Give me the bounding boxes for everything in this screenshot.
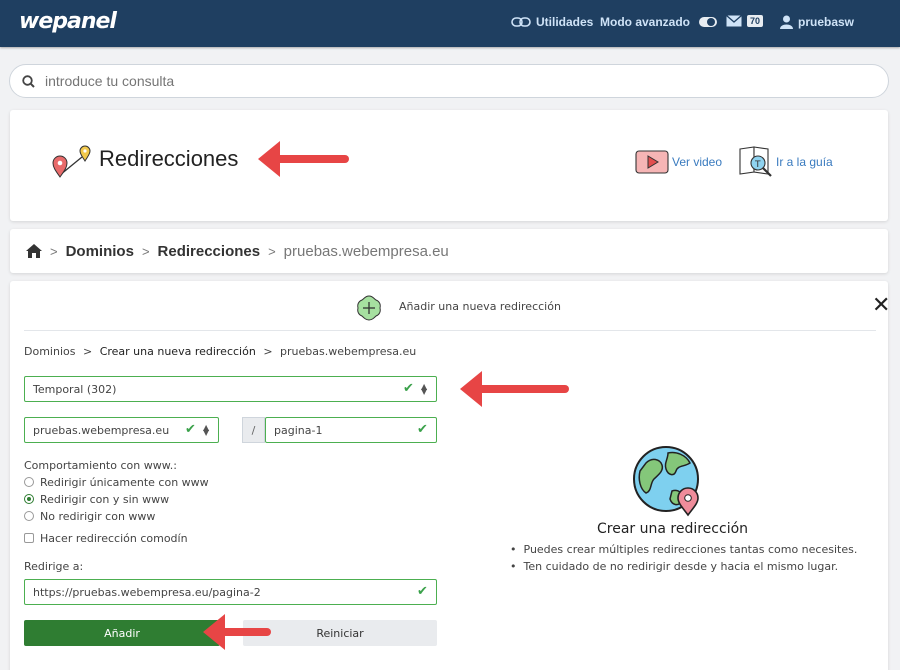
valid-check-icon: ✔ <box>403 381 414 396</box>
reset-button[interactable]: Reiniciar <box>243 620 437 646</box>
link-icon <box>511 17 531 27</box>
wildcard-checkbox[interactable] <box>24 533 34 543</box>
top-navbar: wepanel Utilidades Modo avanzado 70 prue… <box>0 0 900 47</box>
valid-check-icon: ✔ <box>417 584 428 599</box>
svg-text:T: T <box>754 160 761 170</box>
select-arrows-icon: ▲ ▼ <box>203 423 210 437</box>
path-separator: / <box>242 417 265 443</box>
redirect-to-label: Redirige a: <box>24 560 84 573</box>
form-breadcrumb-domain: pruebas.webempresa.eu <box>280 345 417 358</box>
redirect-to-value: https://pruebas.webempresa.eu/pagina-2 <box>33 585 261 599</box>
search-input[interactable] <box>45 73 845 89</box>
path-input[interactable]: pagina-1 <box>265 417 437 443</box>
radio-only-www[interactable] <box>24 477 34 487</box>
redirect-type-value: Temporal (302) <box>33 382 117 396</box>
select-arrows-icon: ▲ ▼ <box>421 382 428 396</box>
page-header-card: Redirecciones Ver video T Ir a la guía <box>10 110 888 221</box>
domain-value: pruebas.webempresa.eu <box>33 423 170 437</box>
annotation-arrow <box>460 371 569 407</box>
home-icon[interactable] <box>26 244 42 258</box>
user-menu[interactable]: pruebasw <box>780 15 854 29</box>
app-logo[interactable]: wepanel <box>19 9 117 34</box>
mail-button[interactable]: 70 <box>726 15 764 27</box>
mail-count-badge: 70 <box>747 15 764 27</box>
breadcrumb-redirecciones[interactable]: Redirecciones <box>158 243 261 260</box>
guide-link[interactable]: Ir a la guía <box>776 155 833 169</box>
info-title: Crear una redirección <box>597 521 749 537</box>
panel-title: Añadir una nueva redirección <box>399 300 561 313</box>
radio-only-www-label[interactable]: Redirigir únicamente con www <box>40 476 209 489</box>
location-route-icon <box>52 145 91 178</box>
annotation-arrow <box>203 614 271 650</box>
search-bar <box>9 64 889 98</box>
radio-with-without-www-label[interactable]: Redirigir con y sin www <box>40 493 169 506</box>
radio-with-without-www[interactable] <box>24 494 34 504</box>
utilities-label: Utilidades <box>536 15 594 29</box>
close-icon[interactable]: ✕ <box>872 293 890 318</box>
username-label: pruebasw <box>798 15 855 29</box>
panel-header: Añadir una nueva redirección ✕ <box>24 281 890 331</box>
form-breadcrumb-dominios[interactable]: Dominios <box>24 345 75 358</box>
mail-icon <box>726 15 742 27</box>
redirect-to-input[interactable]: https://pruebas.webempresa.eu/pagina-2 <box>24 579 437 605</box>
new-redirect-panel: Añadir una nueva redirección ✕ Dominios … <box>10 281 890 670</box>
play-video-icon[interactable] <box>635 150 669 175</box>
search-icon <box>22 74 35 88</box>
guide-book-icon[interactable]: T <box>738 145 774 179</box>
form-breadcrumb-create[interactable]: Crear una nueva redirección <box>100 345 256 358</box>
utilities-menu[interactable]: Utilidades <box>511 15 593 29</box>
radio-no-www-label[interactable]: No redirigir con www <box>40 510 155 523</box>
www-behavior-label: Comportamiento con www.: <box>24 459 177 472</box>
valid-check-icon: ✔ <box>185 422 196 437</box>
form-breadcrumb: Dominios > Crear una nueva redirección >… <box>24 345 417 358</box>
globe-location-icon <box>633 446 699 517</box>
redirect-type-select[interactable]: Temporal (302) <box>24 376 437 402</box>
breadcrumb: > Dominios > Redirecciones > pruebas.web… <box>10 229 888 273</box>
toggle-switch[interactable] <box>699 17 718 27</box>
add-button[interactable]: Añadir <box>24 620 220 646</box>
add-plus-icon <box>357 295 381 321</box>
path-value: pagina-1 <box>274 423 323 437</box>
info-item: Puedes crear múltiples redirecciones tan… <box>510 543 858 556</box>
wildcard-label[interactable]: Hacer redirección comodín <box>40 532 188 545</box>
radio-no-www[interactable] <box>24 511 34 521</box>
info-item: Ten cuidado de no redirigir desde y haci… <box>510 560 857 573</box>
page-title: Redirecciones <box>99 146 239 171</box>
breadcrumb-dominios[interactable]: Dominios <box>66 243 134 260</box>
breadcrumb-current: pruebas.webempresa.eu <box>283 242 449 260</box>
video-link[interactable]: Ver video <box>672 155 722 169</box>
advanced-mode-toggle[interactable]: Modo avanzado <box>600 15 718 29</box>
valid-check-icon: ✔ <box>417 422 428 437</box>
user-icon <box>780 15 793 29</box>
annotation-arrow <box>258 141 349 177</box>
advanced-mode-label: Modo avanzado <box>600 15 691 29</box>
info-list: Puedes crear múltiples redirecciones tan… <box>510 543 858 577</box>
